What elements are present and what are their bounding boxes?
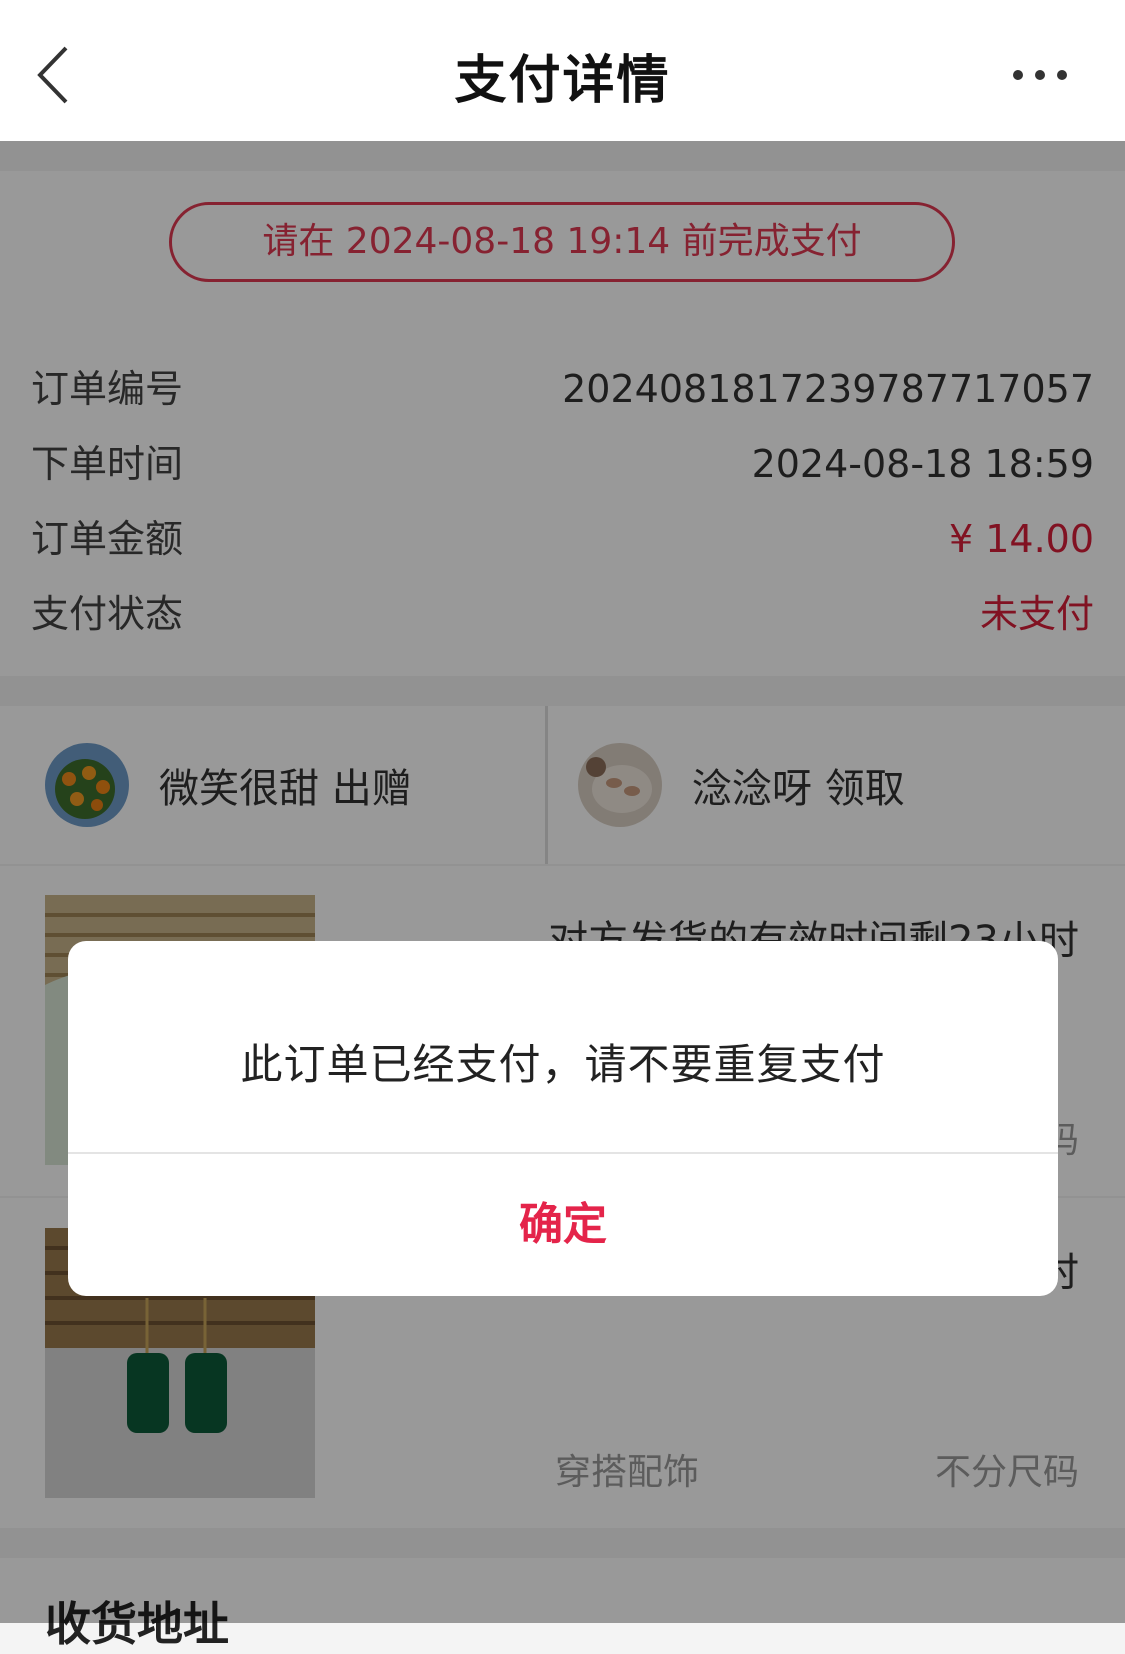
confirm-button[interactable]: 确定 [68,1154,1058,1296]
payment-dialog: 此订单已经支付，请不要重复支付 确定 [68,941,1058,1296]
modal-overlay[interactable] [0,141,1125,1623]
more-horizontal-icon [1013,70,1067,80]
page-title: 支付详情 [454,51,671,111]
top-nav-bar: 支付详情 [0,0,1125,141]
more-button[interactable] [1010,60,1070,90]
dialog-message: 此订单已经支付，请不要重复支付 [240,1040,886,1089]
